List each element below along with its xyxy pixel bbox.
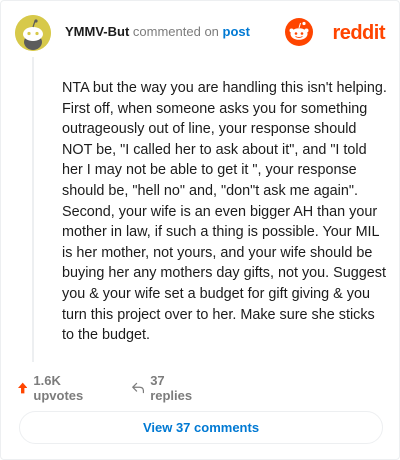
reddit-logo[interactable]: reddit (285, 18, 385, 48)
snoo-avatar-icon (15, 15, 51, 51)
thread-line[interactable] (32, 57, 34, 362)
upvote-button[interactable]: 1.6K upvotes (18, 373, 88, 403)
comment-header: YMMV-But commented on post reddit (15, 15, 385, 51)
avatar[interactable] (15, 15, 51, 51)
reddit-wordmark: reddit (332, 22, 385, 44)
upvote-arrow-icon (18, 382, 28, 394)
reddit-snoo-icon (285, 18, 313, 46)
comment-meta: YMMV-But commented on post (65, 24, 250, 39)
comment-body: NTA but the way you are handling this is… (62, 80, 387, 344)
reply-count: 37 replies (150, 373, 193, 403)
comment-card: YMMV-But commented on post reddit NTA bu… (0, 0, 400, 460)
post-link[interactable]: post (223, 24, 250, 39)
author-name[interactable]: YMMV-But (65, 24, 129, 39)
reply-arrow-icon (132, 382, 145, 394)
replies-button[interactable]: 37 replies (132, 373, 196, 403)
upvote-count: 1.6K upvotes (33, 373, 84, 403)
view-comments-button[interactable]: View 37 comments (19, 411, 383, 444)
commented-on-label: commented on (132, 24, 219, 39)
